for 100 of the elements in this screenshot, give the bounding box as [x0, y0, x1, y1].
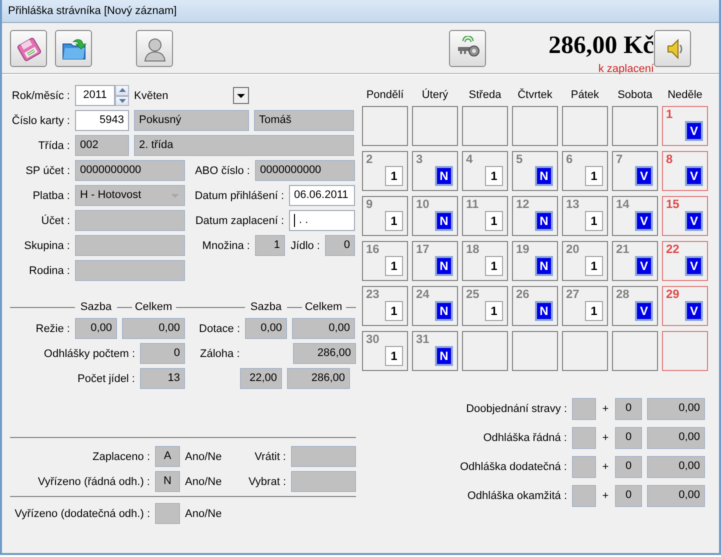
day-cell[interactable]: 9 1: [362, 196, 408, 236]
day-number: 18: [466, 242, 480, 256]
read-only-field: [572, 456, 596, 478]
day-cell[interactable]: 3 N: [412, 151, 458, 191]
open-button[interactable]: [55, 30, 92, 67]
field-label: Odhlášky počtem :: [42, 348, 135, 360]
day-cell[interactable]: 25 1: [462, 286, 508, 326]
day-status: 1: [385, 166, 403, 186]
day-status: N: [435, 211, 453, 231]
day-number: 14: [616, 197, 630, 211]
day-cell: [462, 106, 508, 146]
day-number: 25: [466, 287, 480, 301]
day-status: N: [435, 166, 453, 186]
day-number: 6: [566, 152, 573, 166]
read-only-field: 0,00: [122, 318, 185, 339]
day-cell[interactable]: 10 N: [412, 196, 458, 236]
input-field[interactable]: . .: [289, 210, 355, 231]
read-only-field: 0,00: [75, 318, 117, 339]
keys-button[interactable]: [449, 30, 486, 67]
read-only-field: 0: [615, 485, 642, 507]
day-cell[interactable]: 14 V: [612, 196, 658, 236]
day-cell[interactable]: 22 V: [662, 241, 708, 281]
read-only-field: 1: [255, 235, 285, 256]
day-cell[interactable]: 24 N: [412, 286, 458, 326]
day-status: 1: [385, 301, 403, 321]
read-only-field: 0: [140, 343, 185, 364]
day-cell[interactable]: 15 V: [662, 196, 708, 236]
day-number: 19: [516, 242, 530, 256]
day-cell[interactable]: 30 1: [362, 331, 408, 371]
day-cell[interactable]: 2 1: [362, 151, 408, 191]
day-status: N: [535, 256, 553, 276]
day-cell[interactable]: 26 N: [512, 286, 558, 326]
day-cell[interactable]: 11 1: [462, 196, 508, 236]
field-label: Vyřízeno (dodatečná odh.) :: [14, 508, 150, 520]
day-status: V: [635, 166, 653, 186]
day-number: 11: [466, 197, 479, 211]
day-cell[interactable]: 19 N: [512, 241, 558, 281]
spin-up-button[interactable]: [115, 85, 129, 96]
input-field[interactable]: 5943: [75, 110, 129, 131]
day-cell[interactable]: 7 V: [612, 151, 658, 191]
day-number: 28: [616, 287, 630, 301]
day-cell[interactable]: 27 1: [562, 286, 608, 326]
day-cell[interactable]: 31 N: [412, 331, 458, 371]
field-note: Ano/Ne: [185, 508, 223, 520]
day-status: 1: [485, 256, 503, 276]
day-status: N: [535, 301, 553, 321]
read-only-field: 0: [325, 235, 355, 256]
weekday-heading: Sobota: [616, 88, 654, 102]
day-cell[interactable]: 17 N: [412, 241, 458, 281]
read-only-field: 0: [615, 398, 642, 420]
day-number: 7: [616, 152, 623, 166]
day-number: 15: [666, 197, 680, 211]
field-label: Vybrat :: [248, 476, 286, 488]
day-cell[interactable]: 28 V: [612, 286, 658, 326]
day-cell[interactable]: 13 1: [562, 196, 608, 236]
spin-down-button[interactable]: [115, 96, 129, 106]
field-note: Ano/Ne: [185, 476, 223, 488]
day-cell[interactable]: 18 1: [462, 241, 508, 281]
day-cell[interactable]: 12 N: [512, 196, 558, 236]
day-cell[interactable]: 29 V: [662, 286, 708, 326]
input-field[interactable]: 06.06.2011: [289, 185, 355, 206]
field-label: Režie :: [34, 322, 70, 334]
day-cell[interactable]: 5 N: [512, 151, 558, 191]
photo-button[interactable]: [136, 30, 173, 67]
day-cell[interactable]: 6 1: [562, 151, 608, 191]
read-only-field: [572, 398, 596, 420]
day-cell[interactable]: 20 1: [562, 241, 608, 281]
day-status: 1: [385, 346, 403, 366]
day-number: 3: [416, 152, 423, 166]
day-cell[interactable]: 23 1: [362, 286, 408, 326]
day-cell[interactable]: 1 V: [662, 106, 708, 146]
day-cell[interactable]: 21 V: [612, 241, 658, 281]
down-arrow-icon: [118, 98, 126, 103]
read-only-field: 0,00: [647, 456, 705, 478]
dropdown[interactable]: Květen: [134, 87, 251, 104]
day-status: V: [685, 121, 703, 141]
day-number: 8: [666, 152, 673, 166]
day-status: 1: [585, 211, 603, 231]
read-only-field: 286,00: [287, 368, 350, 389]
day-cell[interactable]: 4 1: [462, 151, 508, 191]
day-cell: [612, 106, 658, 146]
field-label: Datum zaplacení :: [194, 214, 284, 226]
day-status: 1: [385, 211, 403, 231]
day-cell[interactable]: 8 V: [662, 151, 708, 191]
day-number: 24: [416, 287, 430, 301]
save-button[interactable]: [10, 30, 47, 67]
day-number: 5: [516, 152, 523, 166]
day-cell[interactable]: 16 1: [362, 241, 408, 281]
spin-field[interactable]: 2011: [75, 85, 115, 106]
read-only-field: 0,00: [292, 318, 355, 339]
day-number: 29: [666, 287, 680, 301]
day-number: 30: [366, 332, 380, 346]
day-number: 26: [516, 287, 530, 301]
field-label: Jídlo :: [290, 240, 320, 252]
read-only-field: [291, 471, 356, 492]
day-status: 1: [485, 166, 503, 186]
day-number: 17: [416, 242, 430, 256]
sound-button[interactable]: [654, 30, 691, 67]
read-only-field: 0,00: [245, 318, 287, 339]
day-number: 31: [416, 332, 430, 346]
